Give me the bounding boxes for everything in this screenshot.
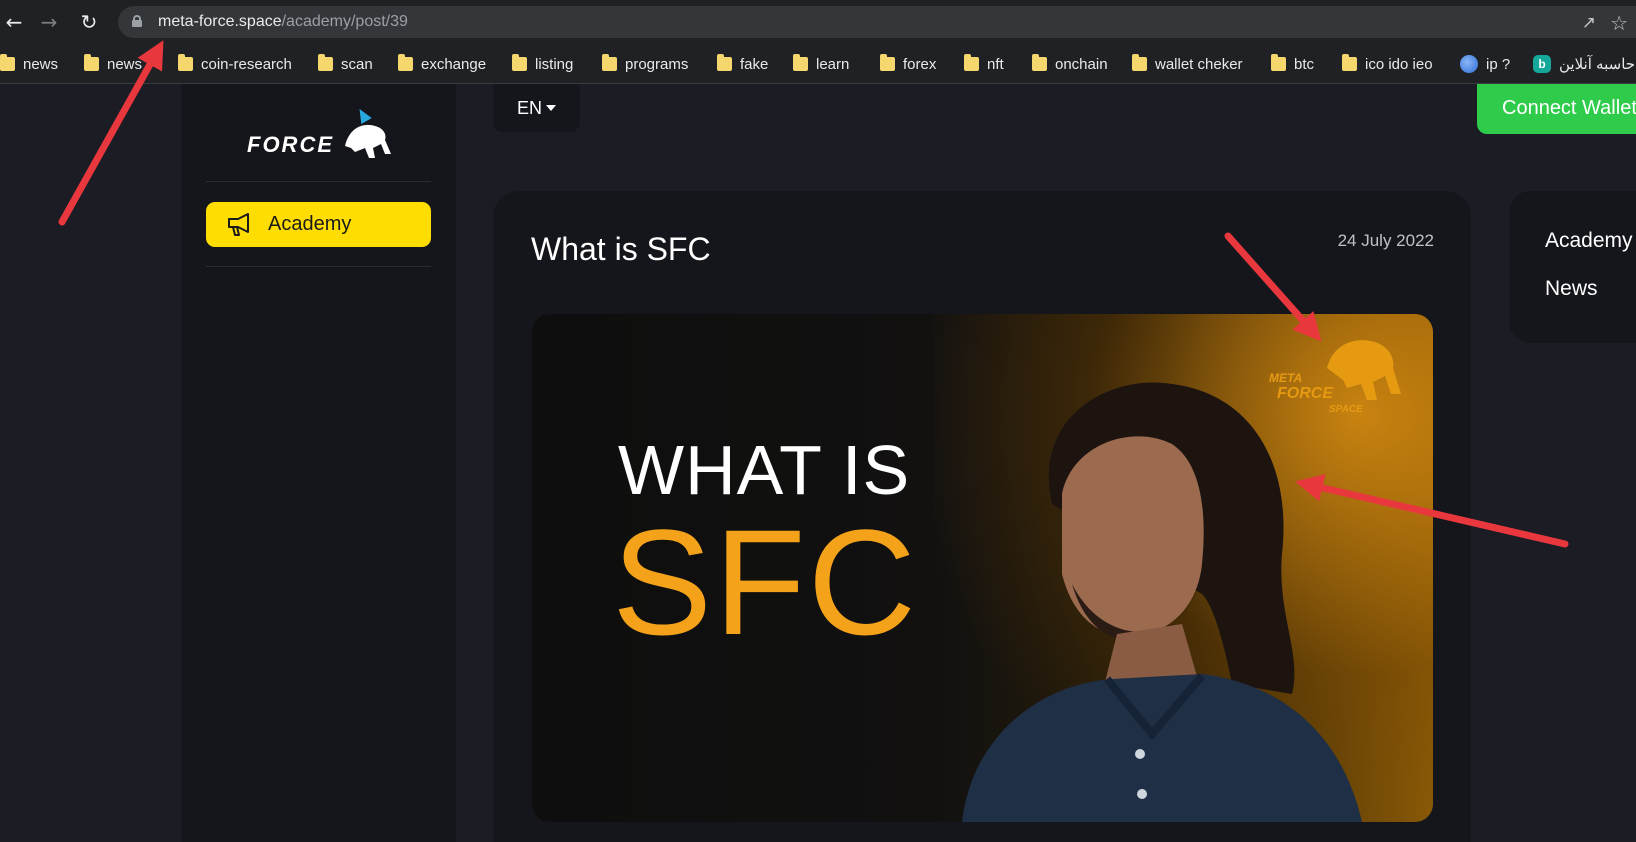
folder-icon xyxy=(84,54,99,71)
bookmark-label: news xyxy=(107,55,143,73)
bookmark-item[interactable]: forex xyxy=(880,54,936,74)
bookmark-item[interactable]: ico ido ieo xyxy=(1342,54,1433,74)
hero-image: WHAT IS SFC META FORCE SPACE xyxy=(532,314,1433,822)
sidebar-item-label: Academy xyxy=(268,213,352,235)
divider xyxy=(206,266,431,267)
bookmark-item[interactable]: b حاسبه آنلاین xyxy=(1533,54,1635,74)
bookmark-label: ico ido ieo xyxy=(1365,55,1433,73)
bookmark-item[interactable]: listing xyxy=(512,54,573,74)
bookmark-item[interactable]: scan xyxy=(318,54,373,74)
logo-meta-text: META xyxy=(1269,371,1302,385)
bookmark-label: ip ? xyxy=(1486,55,1511,73)
bookmark-label: fake xyxy=(740,55,769,73)
folder-icon xyxy=(512,54,527,71)
folder-icon xyxy=(1342,54,1357,71)
bookmark-item[interactable]: exchange xyxy=(398,54,486,74)
address-bar[interactable]: meta-force.space/academy/post/39 ↗ ☆ xyxy=(118,6,1636,38)
bookmark-item[interactable]: news xyxy=(84,54,142,74)
caret-down-icon xyxy=(546,105,556,111)
bookmark-item[interactable]: wallet cheker xyxy=(1132,54,1243,74)
bookmarks-bar: news news coin-research scan exchange li… xyxy=(0,44,1636,84)
bookmark-item[interactable]: btc xyxy=(1271,54,1314,74)
bookmark-item[interactable]: fake xyxy=(717,54,768,74)
bookmark-label: nft xyxy=(987,55,1004,73)
bookmark-label: learn xyxy=(816,55,850,73)
share-icon[interactable]: ↗ xyxy=(1582,13,1596,33)
bookmark-label: coin-research xyxy=(201,55,292,73)
right-menu-item-news[interactable]: News xyxy=(1545,277,1598,301)
lock-icon xyxy=(132,15,142,27)
folder-icon xyxy=(793,54,808,71)
folder-icon xyxy=(1032,54,1047,71)
bookmark-label: exchange xyxy=(421,55,487,73)
language-dropdown[interactable]: EN xyxy=(493,84,580,132)
sidebar-item-academy[interactable]: Academy xyxy=(206,202,431,247)
bookmark-label: news xyxy=(23,55,59,73)
globe-icon xyxy=(1460,55,1478,73)
panther-icon xyxy=(345,124,391,158)
folder-icon xyxy=(1132,54,1147,71)
bookmark-label: wallet cheker xyxy=(1155,55,1243,73)
url-text[interactable]: meta-force.space/academy/post/39 xyxy=(158,13,408,31)
sidebar: FORCE xyxy=(181,84,456,842)
bookmark-label: scan xyxy=(341,55,373,73)
folder-icon xyxy=(398,54,413,71)
bookmark-item[interactable]: learn xyxy=(793,54,849,74)
bookmark-item[interactable]: ip ? xyxy=(1460,54,1510,74)
bookmark-label: programs xyxy=(625,55,689,73)
back-icon[interactable]: ← xyxy=(0,8,28,36)
folder-icon xyxy=(602,54,617,71)
url-path: /academy/post/39 xyxy=(281,13,408,30)
connect-wallet-label: Connect Wallet xyxy=(1502,97,1636,119)
forward-icon[interactable]: → xyxy=(35,8,63,36)
bookmark-label: onchain xyxy=(1055,55,1108,73)
reload-icon[interactable]: ↻ xyxy=(75,8,103,36)
folder-icon xyxy=(964,54,979,71)
logo-space-text: SPACE xyxy=(1329,404,1363,415)
bale-icon: b xyxy=(1533,55,1551,73)
bookmark-label: forex xyxy=(903,55,937,73)
bookmark-item[interactable]: coin-research xyxy=(178,54,292,74)
star-icon[interactable]: ☆ xyxy=(1610,11,1628,35)
bookmark-item[interactable]: nft xyxy=(964,54,1004,74)
folder-icon xyxy=(1271,54,1286,71)
folder-icon xyxy=(318,54,333,71)
bookmark-item[interactable]: onchain xyxy=(1032,54,1108,74)
divider xyxy=(206,181,431,182)
page-title: What is SFC xyxy=(531,231,711,267)
meta-force-logo: META FORCE SPACE xyxy=(1269,340,1401,415)
person-portrait xyxy=(962,382,1362,822)
browser-toolbar: ← → ↻ meta-force.space/academy/post/39 ↗… xyxy=(0,0,1636,44)
post-date: 24 July 2022 xyxy=(1337,231,1434,250)
folder-icon xyxy=(880,54,895,71)
right-menu: Academy News xyxy=(1509,191,1636,343)
bookmark-item[interactable]: programs xyxy=(602,54,688,74)
logo-text: FORCE xyxy=(247,132,334,157)
bookmark-item[interactable]: news xyxy=(0,54,58,74)
bookmark-label: btc xyxy=(1294,55,1315,73)
bookmark-label: listing xyxy=(535,55,574,73)
folder-icon xyxy=(178,54,193,71)
folder-icon xyxy=(0,54,15,71)
logo-force-text: FORCE xyxy=(1277,385,1334,402)
bookmark-label: حاسبه آنلاین xyxy=(1559,56,1636,73)
folder-icon xyxy=(717,54,732,71)
url-host: meta-force.space xyxy=(158,13,282,30)
hero-heading-line2: SFC xyxy=(612,498,918,666)
right-menu-item-academy[interactable]: Academy xyxy=(1545,229,1633,253)
panther-icon xyxy=(1327,340,1401,400)
force-logo[interactable]: FORCE xyxy=(245,108,395,164)
language-label: EN xyxy=(516,97,542,118)
megaphone-icon xyxy=(228,212,249,236)
connect-wallet-button[interactable]: Connect Wallet xyxy=(1477,84,1636,134)
